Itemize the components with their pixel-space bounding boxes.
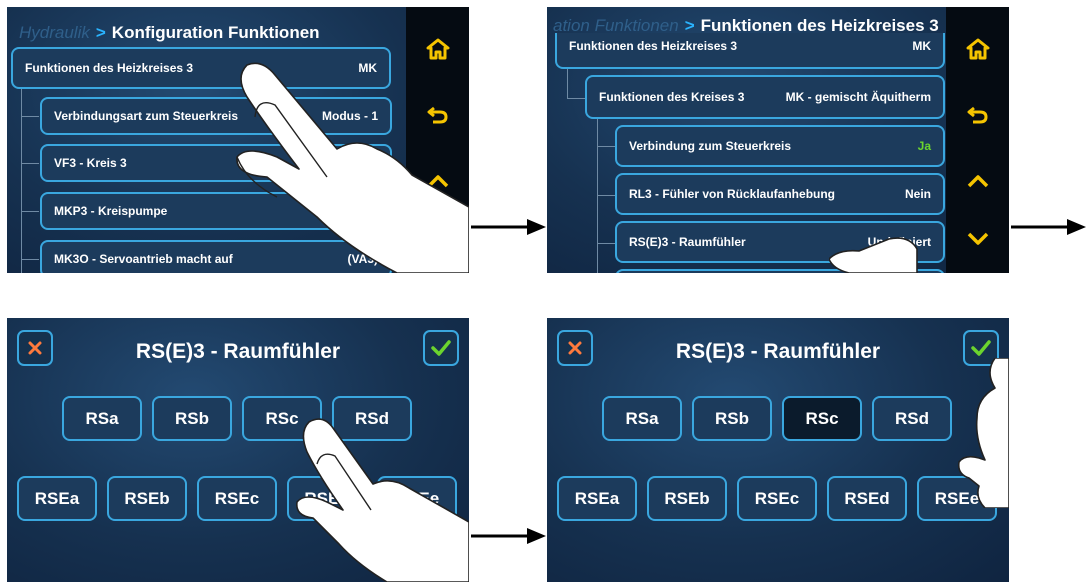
tree-line — [21, 259, 39, 260]
back-arrow-icon — [967, 106, 988, 124]
menu-item-label: MKP3 - Kreispumpe — [54, 204, 168, 218]
menu-item-funktionen-kreis[interactable]: Funktionen des Kreises 3 MK - gemischt Ä… — [585, 75, 945, 119]
back-button[interactable] — [958, 95, 998, 135]
menu-area: ation Funktionen > Funktionen des Heizkrei… — [547, 7, 955, 273]
option-rsee[interactable]: RSEe — [917, 476, 997, 521]
tree-line — [567, 69, 568, 99]
option-rseb[interactable]: RSEb — [647, 476, 727, 521]
sidebar — [406, 7, 469, 273]
dialog-title: RS(E)3 - Raumfühler — [675, 340, 881, 363]
menu-item-value: Nein — [904, 187, 931, 201]
option-rseb[interactable]: RSEb — [107, 476, 187, 521]
dialog-raumfuehler-select: RS(E)3 - Raumfühler RSa RSb RSc RSd RSEa… — [7, 318, 469, 582]
option-rsc[interactable]: RSc — [242, 396, 322, 441]
menu-item-value: (VII) — [355, 156, 378, 170]
menu-item-mk3o[interactable]: MK3O - Servoantrieb macht auf (VA3) — [40, 240, 392, 273]
breadcrumb-prev[interactable]: Hydraulik — [19, 23, 90, 42]
menu-item-label: Funktionen des Heizkreises 3 — [25, 61, 194, 75]
menu-item-mkp3[interactable]: MKP3 - Kreispumpe — [40, 192, 392, 230]
menu-item-value: Modus - 1 — [322, 109, 378, 123]
option-rsc-selected[interactable]: RSc — [782, 396, 862, 441]
home-button[interactable] — [418, 29, 458, 69]
check-icon — [431, 340, 451, 356]
home-button[interactable] — [958, 29, 998, 69]
menu-item-verbindungsart[interactable]: Verbindungsart zum Steuerkreis Modus - 1 — [40, 97, 392, 135]
confirm-button[interactable] — [963, 330, 999, 366]
menu-item-label: RL3 - Fühler von Rücklaufanhebung — [629, 187, 836, 201]
menu-item-value: Ja — [917, 139, 931, 153]
option-rsa[interactable]: RSa — [62, 396, 142, 441]
breadcrumb: Hydraulik > Konfiguration Funktionen — [19, 23, 320, 43]
arrow-right-icon — [471, 219, 546, 235]
menu-item-vf3[interactable]: VF3 - Kreis 3 (VII) — [40, 144, 392, 182]
menu-item-label: Verbindung zum Steuerkreis — [629, 139, 792, 153]
arrow-right-icon — [1011, 219, 1086, 235]
breadcrumb-separator: > — [95, 23, 106, 42]
menu-item-funktionen-heizkreis[interactable]: Funktionen des Heizkreises 3 MK — [11, 47, 391, 89]
option-rsd[interactable]: RSd — [872, 396, 952, 441]
screen-konfiguration-funktionen: Hydraulik > Konfiguration Funktionen Funkt… — [7, 7, 469, 273]
back-arrow-icon — [427, 106, 448, 124]
tree-line — [597, 243, 615, 244]
menu-item-label: Verbindungsart zum Steuerkreis — [54, 109, 239, 123]
option-rsd[interactable]: RSd — [332, 396, 412, 441]
menu-item-value: (VA3) — [347, 252, 378, 266]
tree-line — [21, 116, 39, 117]
menu-item-next[interactable] — [615, 269, 945, 273]
arrow-right-icon — [471, 528, 546, 544]
tree-line — [597, 146, 615, 147]
option-rsec[interactable]: RSEc — [737, 476, 817, 521]
menu-item-rse3[interactable]: RS(E)3 - Raumfühler Undefiniert — [615, 221, 945, 263]
check-icon — [971, 340, 991, 356]
option-rsb[interactable]: RSb — [152, 396, 232, 441]
menu-item-verbindung-steuerkreis[interactable]: Verbindung zum Steuerkreis Ja — [615, 125, 945, 167]
menu-item-value: MK — [912, 39, 931, 53]
menu-item-label: Funktionen des Kreises 3 — [599, 90, 745, 104]
back-button[interactable] — [418, 95, 458, 135]
menu-item-value: MK — [358, 61, 377, 75]
confirm-button[interactable] — [423, 330, 459, 366]
tree-line — [21, 211, 39, 212]
dialog-title: RS(E)3 - Raumfühler — [135, 340, 341, 363]
menu-item-funktionen-heizkreis[interactable]: Funktionen des Heizkreises 3 MK — [555, 33, 945, 69]
tree-line — [21, 163, 39, 164]
option-rsea[interactable]: RSEa — [557, 476, 637, 521]
option-rsea[interactable]: RSEa — [17, 476, 97, 521]
option-rsec[interactable]: RSEc — [197, 476, 277, 521]
chevron-down-icon — [967, 232, 988, 245]
page-title: Konfiguration Funktionen — [111, 23, 320, 42]
scroll-down-button[interactable] — [958, 219, 998, 259]
menu-item-label: Funktionen des Heizkreises 3 — [569, 39, 738, 53]
menu-item-value: Undefiniert — [867, 235, 931, 249]
tree-line — [597, 119, 598, 273]
tree-line — [597, 195, 615, 196]
menu-area: Hydraulik > Konfiguration Funktionen Funkt… — [7, 7, 406, 273]
chevron-up-icon — [427, 175, 448, 188]
menu-item-label: MK3O - Servoantrieb macht auf — [54, 252, 233, 266]
menu-item-label: RS(E)3 - Raumfühler — [629, 235, 746, 249]
chevron-up-icon — [967, 175, 988, 188]
screen-funktionen-heizkreis: ation Funktionen > Funktionen des Heizkrei… — [547, 7, 1009, 273]
option-rsed[interactable]: RSEd — [287, 476, 367, 521]
option-rsed[interactable]: RSEd — [827, 476, 907, 521]
home-icon — [966, 38, 989, 60]
menu-item-rl3[interactable]: RL3 - Fühler von Rücklaufanhebung Nein — [615, 173, 945, 215]
scroll-up-button[interactable] — [418, 161, 458, 201]
scroll-up-button[interactable] — [958, 161, 998, 201]
option-rsa[interactable]: RSa — [602, 396, 682, 441]
sidebar — [946, 7, 1009, 273]
option-rsee[interactable]: RSEe — [377, 476, 457, 521]
tree-line — [567, 98, 585, 99]
dialog-raumfuehler-confirm: RS(E)3 - Raumfühler RSa RSb RSc RSd RSEa… — [547, 318, 1009, 582]
menu-item-value: MK - gemischt Äquitherm — [785, 90, 931, 104]
menu-item-label: VF3 - Kreis 3 — [54, 156, 127, 170]
home-icon — [426, 38, 449, 60]
option-rsb[interactable]: RSb — [692, 396, 772, 441]
